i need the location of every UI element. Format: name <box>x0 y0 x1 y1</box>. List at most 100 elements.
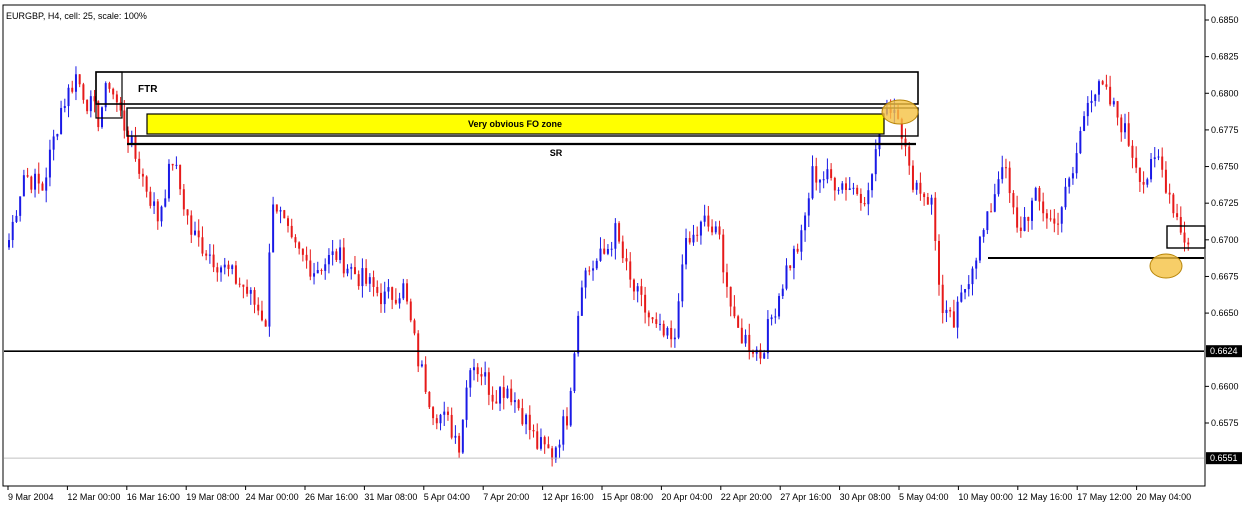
price-box-label: 0.6551 <box>1210 453 1238 463</box>
candle-body <box>945 309 948 314</box>
candle-body <box>1034 187 1037 201</box>
candle-body <box>785 265 788 289</box>
candle-body <box>175 164 178 166</box>
candle-body <box>272 204 275 253</box>
candle-body <box>141 173 144 177</box>
candle-body <box>67 87 70 107</box>
candle-body <box>1142 181 1145 185</box>
candle-body <box>967 284 970 290</box>
candle-body <box>577 315 580 354</box>
candle-body <box>971 268 974 285</box>
candle-body <box>112 88 115 95</box>
candle-body <box>822 179 825 181</box>
candle-body <box>688 238 691 243</box>
candle-body <box>1101 81 1104 85</box>
candle-body <box>182 189 185 210</box>
candle-body <box>830 169 833 178</box>
candle-body <box>8 240 10 248</box>
candle-body <box>592 268 595 271</box>
candle-body <box>506 388 509 398</box>
candle-body <box>160 206 163 222</box>
candle-body <box>149 191 152 206</box>
candle-body <box>353 267 356 275</box>
candle-body <box>1071 173 1074 179</box>
candle-body <box>376 286 379 293</box>
candle-body <box>391 287 394 300</box>
candle-body <box>941 284 944 314</box>
candle-body <box>986 211 989 231</box>
candle <box>569 387 572 427</box>
sr-label: SR <box>550 148 563 158</box>
candle-body <box>223 264 226 268</box>
candle-body <box>257 304 260 311</box>
candle-body <box>454 435 457 438</box>
x-tick-label: 10 May 00:00 <box>958 492 1013 502</box>
candle-body <box>1105 84 1108 87</box>
candle-body <box>614 223 617 249</box>
candle-body <box>145 176 148 192</box>
candle-body <box>632 279 635 292</box>
y-tick-label: 0.6700 <box>1211 235 1239 245</box>
candle-body <box>949 309 952 312</box>
candle-body <box>342 247 345 274</box>
candle-body <box>305 254 308 261</box>
candle-body <box>1031 200 1033 221</box>
candle <box>167 159 170 202</box>
candle-body <box>1075 153 1078 174</box>
y-tick-label: 0.6850 <box>1211 15 1239 25</box>
candle-body <box>190 215 193 235</box>
price-chart[interactable]: EURGBP, H4, cell: 25, scale: 100% FTR Ver… <box>0 0 1248 513</box>
candle-body <box>413 320 416 334</box>
candle-body <box>1120 117 1123 133</box>
candle <box>1034 186 1037 201</box>
candle-body <box>703 215 706 222</box>
candle-body <box>804 215 807 231</box>
candle-body <box>290 225 293 238</box>
candle-body <box>647 312 650 318</box>
x-tick-label: 15 Apr 08:00 <box>602 492 653 502</box>
candle-body <box>212 254 215 268</box>
candle-body <box>394 299 397 304</box>
candle-body <box>833 177 836 191</box>
candle-body <box>60 107 63 134</box>
candle-body <box>532 430 535 432</box>
candle-body <box>725 272 728 287</box>
candle-body <box>841 183 844 190</box>
candle-body <box>138 158 141 174</box>
candle <box>778 293 781 320</box>
candle-body <box>15 215 18 222</box>
x-tick-label: 12 Apr 16:00 <box>543 492 594 502</box>
candle-body <box>569 390 572 426</box>
candle-body <box>1187 242 1190 245</box>
candle-body <box>491 394 494 402</box>
candle-body <box>186 209 189 216</box>
candle-body <box>1112 101 1115 105</box>
candle-body <box>502 387 505 398</box>
candle-body <box>298 242 301 249</box>
candle-body <box>78 74 81 85</box>
x-tick-label: 7 Apr 20:00 <box>483 492 529 502</box>
x-tick-label: 30 Apr 08:00 <box>840 492 891 502</box>
candle-body <box>1153 157 1156 160</box>
candle-body <box>346 268 349 274</box>
candle-body <box>792 248 795 269</box>
candle-body <box>566 416 568 426</box>
candle-body <box>361 268 364 287</box>
candle-body <box>71 87 74 92</box>
candle-body <box>63 106 66 108</box>
chart-background <box>0 0 1248 513</box>
candle-body <box>1064 186 1067 208</box>
candle-body <box>476 367 479 375</box>
candle-body <box>313 273 316 277</box>
candle <box>272 196 275 253</box>
candle-body <box>659 323 661 325</box>
candle-body <box>722 234 725 273</box>
candle-body <box>194 230 196 235</box>
candle-body <box>662 323 665 336</box>
candle-body <box>324 264 327 271</box>
candle-body <box>528 414 531 431</box>
candle-body <box>1116 101 1119 118</box>
candle-body <box>714 226 717 233</box>
candle <box>283 209 286 219</box>
y-tick-label: 0.6675 <box>1211 271 1239 281</box>
